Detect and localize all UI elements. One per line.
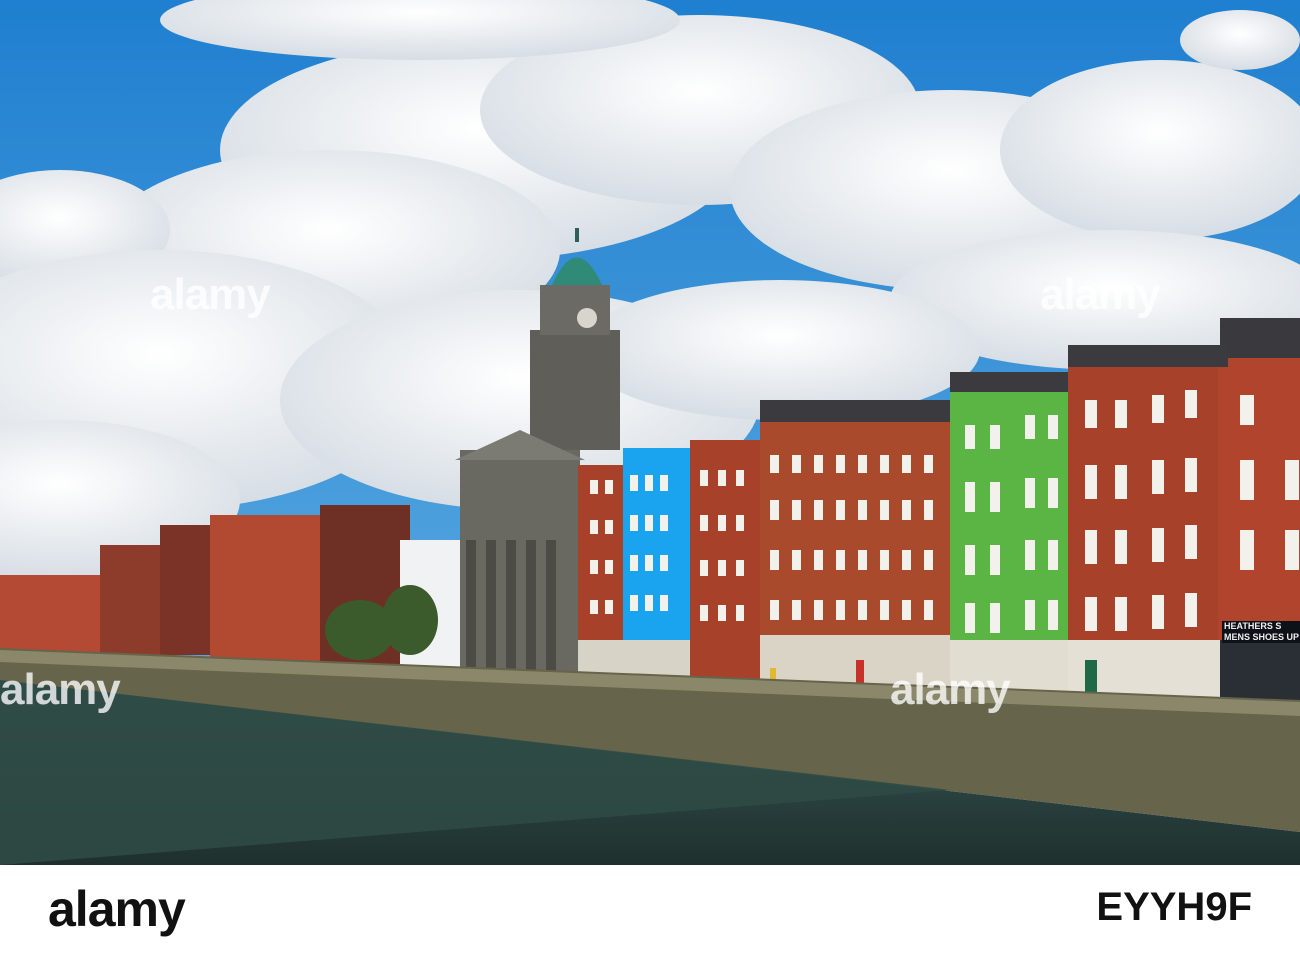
watermark: alamy bbox=[890, 665, 1011, 714]
watermark: alamy bbox=[150, 270, 271, 319]
image-id: EYYH9F bbox=[1096, 885, 1252, 929]
shop-sign-line1: HEATHERS S bbox=[1224, 621, 1282, 631]
photo: alamy alamy alamy alamy bbox=[0, 0, 1300, 865]
brand-logo: alamy bbox=[48, 881, 186, 937]
watermark: alamy bbox=[0, 665, 121, 714]
watermark: alamy bbox=[1040, 270, 1161, 319]
scene-illustration bbox=[0, 0, 1300, 865]
shop-sign: HEATHERS S MENS SHOES UP TO S bbox=[1222, 621, 1300, 643]
shop-sign-line2: MENS SHOES UP TO S bbox=[1224, 632, 1300, 642]
